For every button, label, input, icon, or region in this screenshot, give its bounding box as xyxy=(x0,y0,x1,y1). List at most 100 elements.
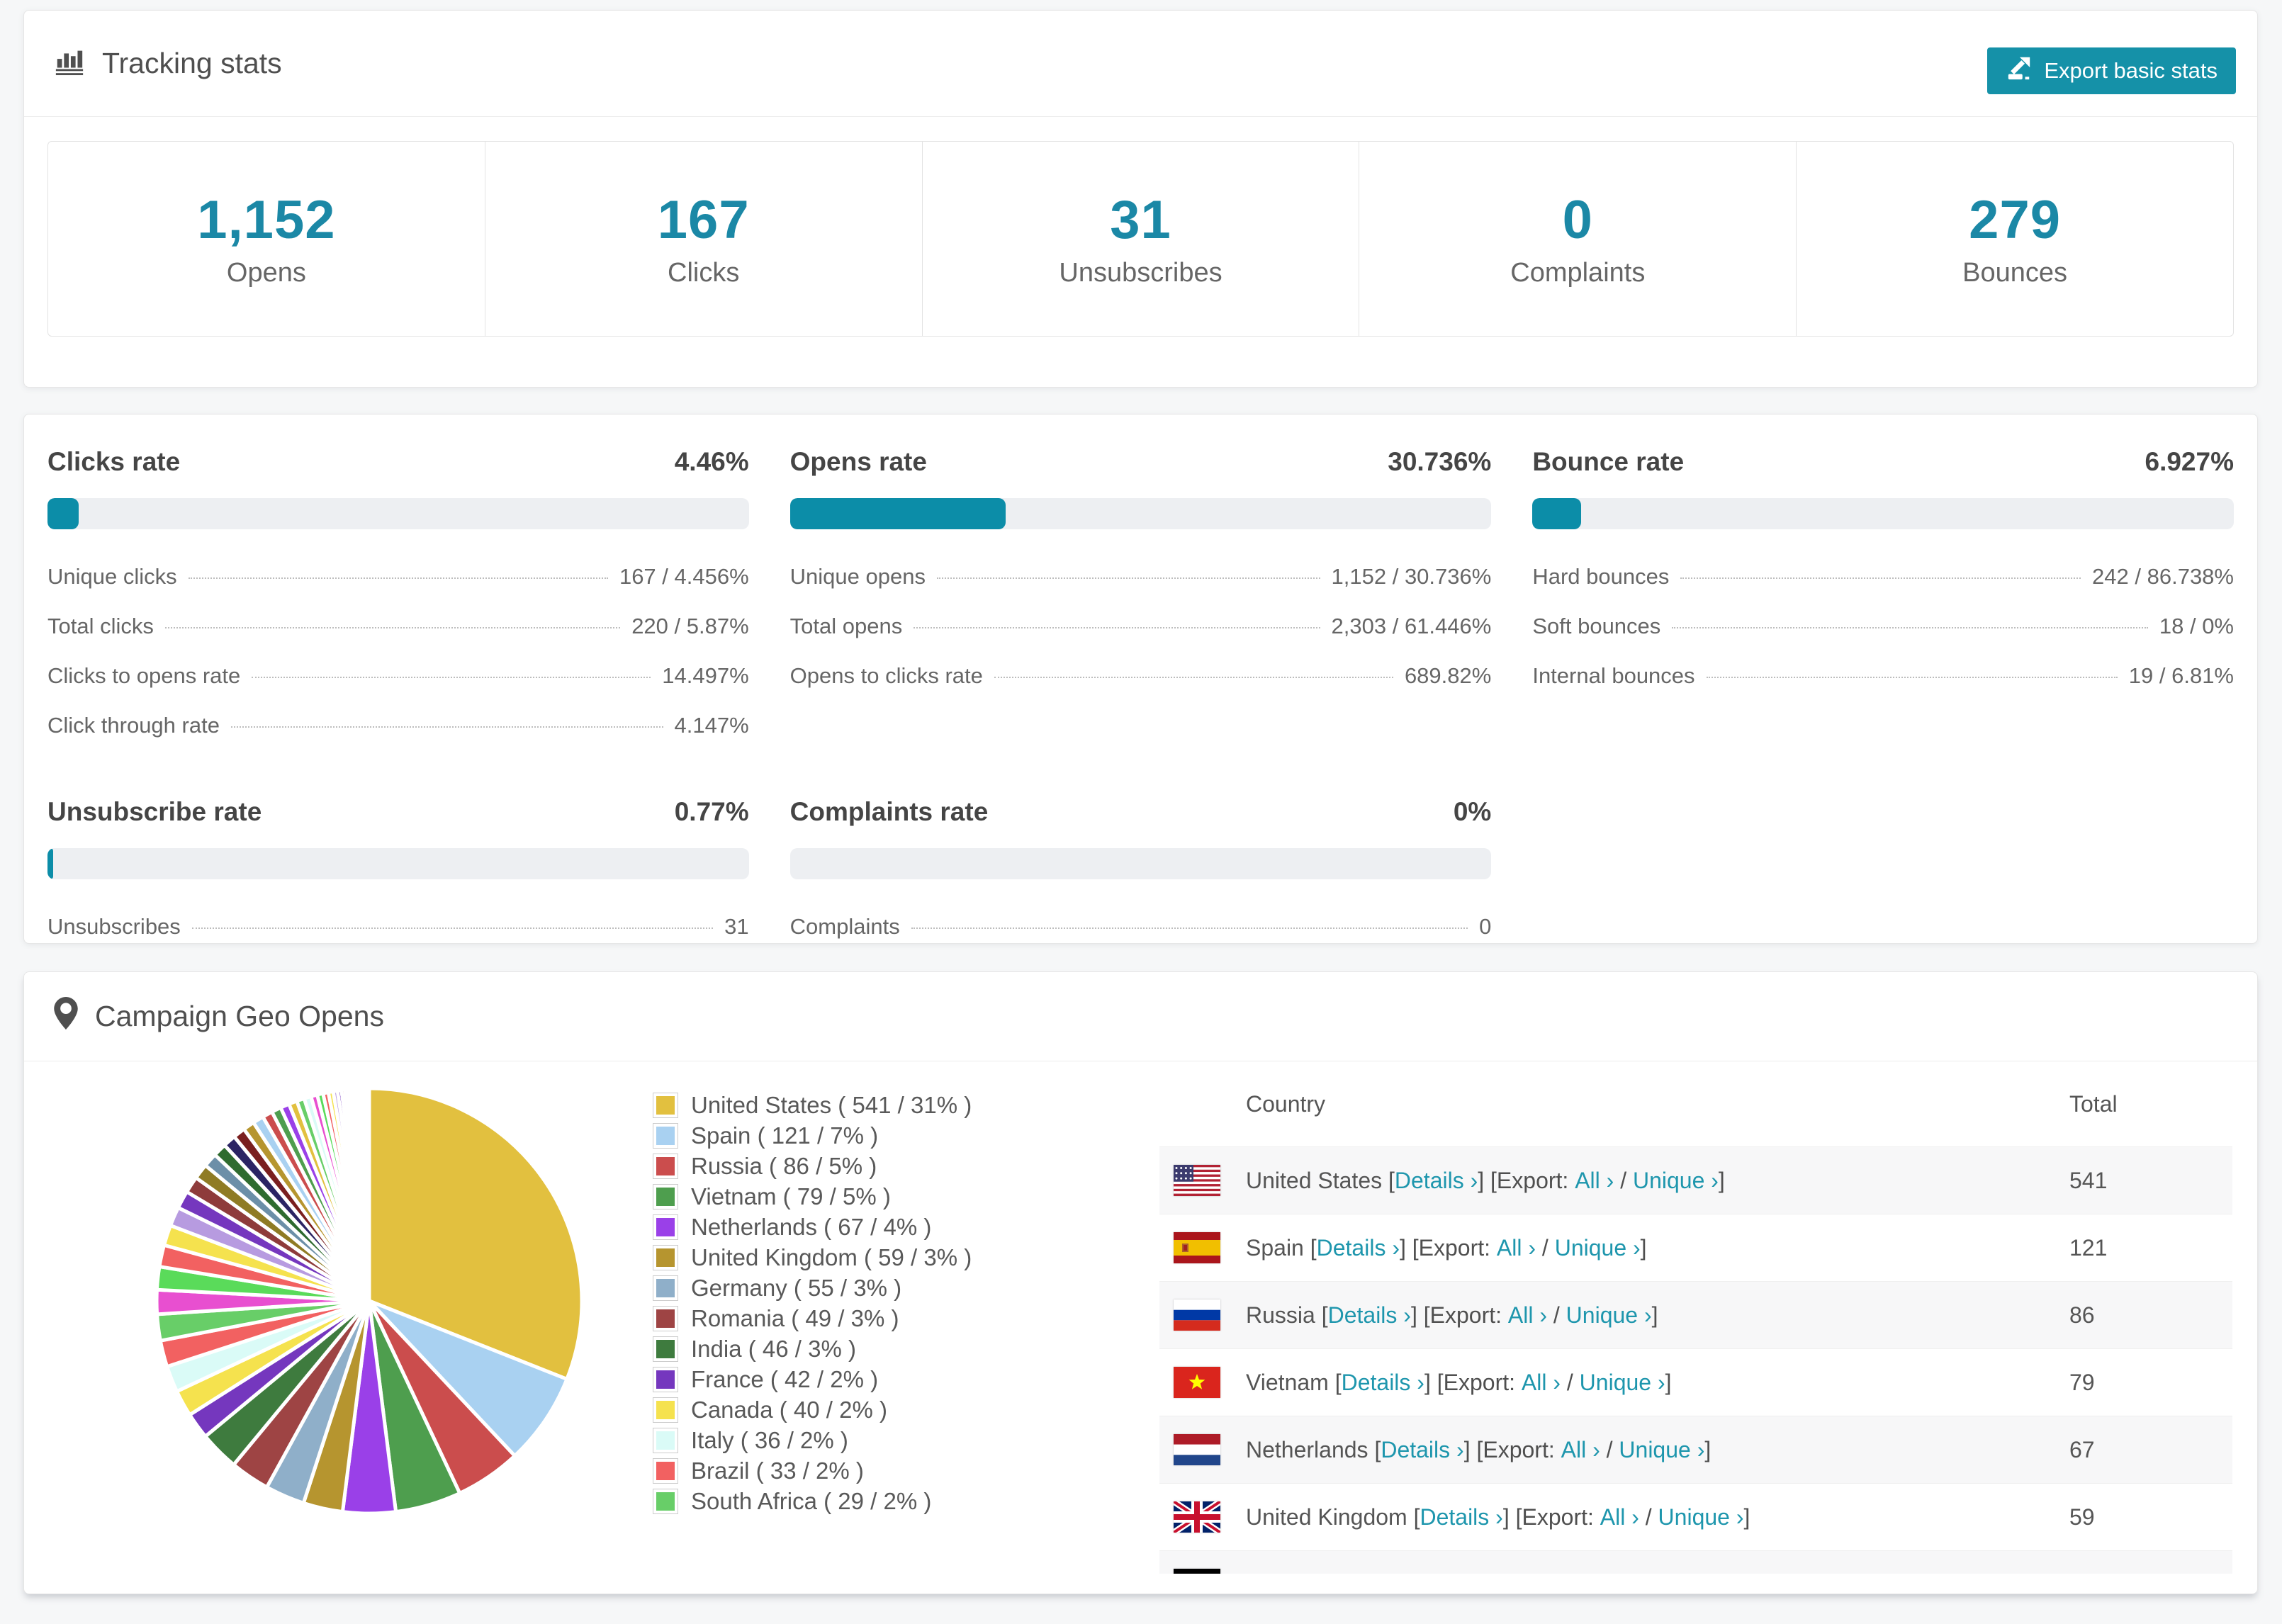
geo-pie-legend: United States ( 541 / 31% ) Spain ( 121 /… xyxy=(653,1090,972,1516)
rate-detail-row: Hard bounces 242 / 86.738% xyxy=(1532,552,2234,602)
tracking-stats-card: Tracking stats Export basic stats 1,152 O… xyxy=(23,10,2258,388)
country-name: Vietnam xyxy=(1246,1369,1329,1395)
rate-detail-row: Complaints 0 xyxy=(790,902,1492,952)
export-all-link[interactable]: All › xyxy=(1561,1437,1600,1463)
export-all-link[interactable]: All › xyxy=(1522,1370,1561,1396)
export-basic-stats-button[interactable]: Export basic stats xyxy=(1987,47,2236,94)
rate-value: 6.927% xyxy=(2145,447,2235,476)
legend-label: Canada ( 40 / 2% ) xyxy=(691,1396,887,1423)
geo-country-table: Country Total United States [Details ›] … xyxy=(1159,1061,2232,1574)
flag-russia-icon xyxy=(1174,1299,1220,1331)
rate-detail-label: Unique opens xyxy=(789,564,926,589)
rate-detail-rows: Complaints 0 xyxy=(790,902,1492,952)
export-unique-link[interactable]: Unique › xyxy=(1619,1437,1704,1463)
stat-value: 0 xyxy=(1562,190,1593,250)
export-all-link[interactable]: All › xyxy=(1575,1168,1614,1194)
export-all-link[interactable]: All › xyxy=(1497,1235,1536,1261)
legend-label: Brazil ( 33 / 2% ) xyxy=(691,1457,864,1484)
link-bracket-text: Export: xyxy=(1496,1167,1575,1193)
summary-stats-row: 1,152 Opens 167 Clicks 31 Unsubscribes 0 Compla… xyxy=(47,141,2234,337)
country-column-header: Country xyxy=(1246,1090,1326,1117)
rate-detail-row: Soft bounces 18 / 0% xyxy=(1532,602,2234,651)
rate-detail-row: Unsubscribes 31 xyxy=(47,902,749,952)
rate-detail-label: Unsubscribes xyxy=(47,914,181,939)
rate-detail-label: Clicks to opens rate xyxy=(47,663,241,688)
legend-item-united-states: United States ( 541 / 31% ) xyxy=(653,1090,972,1120)
legend-swatch xyxy=(653,1092,678,1118)
rate-value: 0% xyxy=(1453,797,1492,826)
rate-title: Clicks rate xyxy=(47,447,181,476)
rate-detail-label: Total opens xyxy=(789,614,903,638)
link-bracket-text: ] xyxy=(1743,1504,1750,1530)
dotted-leader xyxy=(914,627,1320,628)
legend-item-south-africa: South Africa ( 29 / 2% ) xyxy=(653,1486,972,1516)
details-link[interactable]: Details › xyxy=(1317,1235,1400,1261)
rate-detail-value: 689.82% xyxy=(1404,663,1492,688)
legend-label: Italy ( 36 / 2% ) xyxy=(691,1426,848,1453)
dotted-leader xyxy=(188,577,608,579)
details-link[interactable]: Details › xyxy=(1381,1437,1463,1463)
stat-card-complaints: 0 Complaints xyxy=(1359,141,1797,337)
map-pin-icon xyxy=(54,996,78,1037)
rate-detail-label: Soft bounces xyxy=(1532,614,1661,638)
link-bracket-text: ] [ xyxy=(1399,1234,1419,1261)
rate-detail-value: 19 / 6.81% xyxy=(2128,663,2234,688)
export-unique-link[interactable]: Unique › xyxy=(1658,1504,1744,1530)
legend-swatch xyxy=(653,1488,678,1514)
stat-card-clicks: 167 Clicks xyxy=(484,141,923,337)
export-unique-link[interactable]: Unique › xyxy=(1566,1302,1652,1329)
dotted-leader xyxy=(936,577,1320,579)
link-bracket-text: / xyxy=(1561,1369,1580,1395)
legend-swatch xyxy=(653,1427,678,1453)
link-bracket-text: [ xyxy=(1382,1167,1395,1193)
legend-item-germany: Germany ( 55 / 3% ) xyxy=(653,1273,972,1303)
country-name: United States xyxy=(1246,1167,1383,1193)
total-cell: 79 xyxy=(2069,1369,2095,1395)
rate-detail-value: 242 / 86.738% xyxy=(2092,564,2234,589)
rate-detail-label: Unique clicks xyxy=(47,564,177,589)
rate-detail-row: Click through rate 4.147% xyxy=(47,701,749,750)
details-link[interactable]: Details › xyxy=(1420,1504,1502,1530)
table-row-germany: Germany xyxy=(1159,1550,2232,1574)
country-name: United Kingdom xyxy=(1246,1504,1407,1530)
export-unique-link[interactable]: Unique › xyxy=(1555,1235,1641,1261)
rate-detail-label: Click through rate xyxy=(47,713,220,738)
geo-header: Campaign Geo Opens xyxy=(24,972,2257,1061)
export-all-link[interactable]: All › xyxy=(1508,1302,1547,1329)
rate-detail-value: 2,303 / 61.446% xyxy=(1331,614,1492,638)
details-link[interactable]: Details › xyxy=(1328,1302,1411,1329)
country-cell: United Kingdom [Details ›] [Export: All … xyxy=(1246,1504,2069,1530)
rate-detail-row: Opens to clicks rate 689.82% xyxy=(790,651,1492,701)
export-all-link[interactable]: All › xyxy=(1600,1504,1639,1530)
rate-title: Opens rate xyxy=(789,447,927,476)
link-bracket-text: [ xyxy=(1315,1302,1328,1328)
table-row-russia: Russia [Details ›] [Export: All › / Uniq… xyxy=(1159,1281,2232,1348)
legend-swatch xyxy=(653,1366,678,1392)
rate-detail-row: Clicks to opens rate 14.497% xyxy=(47,651,749,701)
export-unique-link[interactable]: Unique › xyxy=(1580,1370,1665,1396)
details-link[interactable]: Details › xyxy=(1342,1370,1424,1396)
rates-card: Clicks rate 4.46% Unique clicks 167 / 4.456… xyxy=(23,414,2258,944)
rate-detail-rows: Hard bounces 242 / 86.738% Soft bounces 18 … xyxy=(1532,552,2234,701)
legend-swatch xyxy=(653,1183,678,1209)
rate-detail-label: Opens to clicks rate xyxy=(789,663,983,688)
rate-block-complaints-rate: Complaints rate 0% Complaints 0 xyxy=(789,797,1492,952)
flag-vietnam-icon xyxy=(1174,1367,1220,1398)
rate-detail-value: 167 / 4.456% xyxy=(619,564,749,589)
rate-value: 0.77% xyxy=(674,797,749,826)
rate-block-bounce-rate: Bounce rate 6.927% Hard bounces 242 / 86.73… xyxy=(1532,447,2234,750)
link-bracket-text: Export: xyxy=(1522,1504,1600,1530)
total-cell: 86 xyxy=(2069,1302,2095,1328)
rate-progress-bar xyxy=(789,848,1492,879)
country-cell: Spain [Details ›] [Export: All › / Uniqu… xyxy=(1246,1235,2069,1261)
export-unique-link[interactable]: Unique › xyxy=(1633,1168,1719,1194)
rate-title: Complaints rate xyxy=(789,797,989,826)
rate-detail-value: 18 / 0% xyxy=(2159,614,2234,638)
legend-item-netherlands: Netherlands ( 67 / 4% ) xyxy=(653,1212,972,1242)
details-link[interactable]: Details › xyxy=(1395,1168,1478,1194)
campaign-geo-opens-card: Campaign Geo Opens United States ( 541 /… xyxy=(23,971,2258,1594)
legend-swatch xyxy=(653,1244,678,1270)
stat-label: Clicks xyxy=(668,258,740,288)
legend-label: Germany ( 55 / 3% ) xyxy=(691,1274,902,1301)
stat-card-unsubscribes: 31 Unsubscribes xyxy=(921,141,1360,337)
